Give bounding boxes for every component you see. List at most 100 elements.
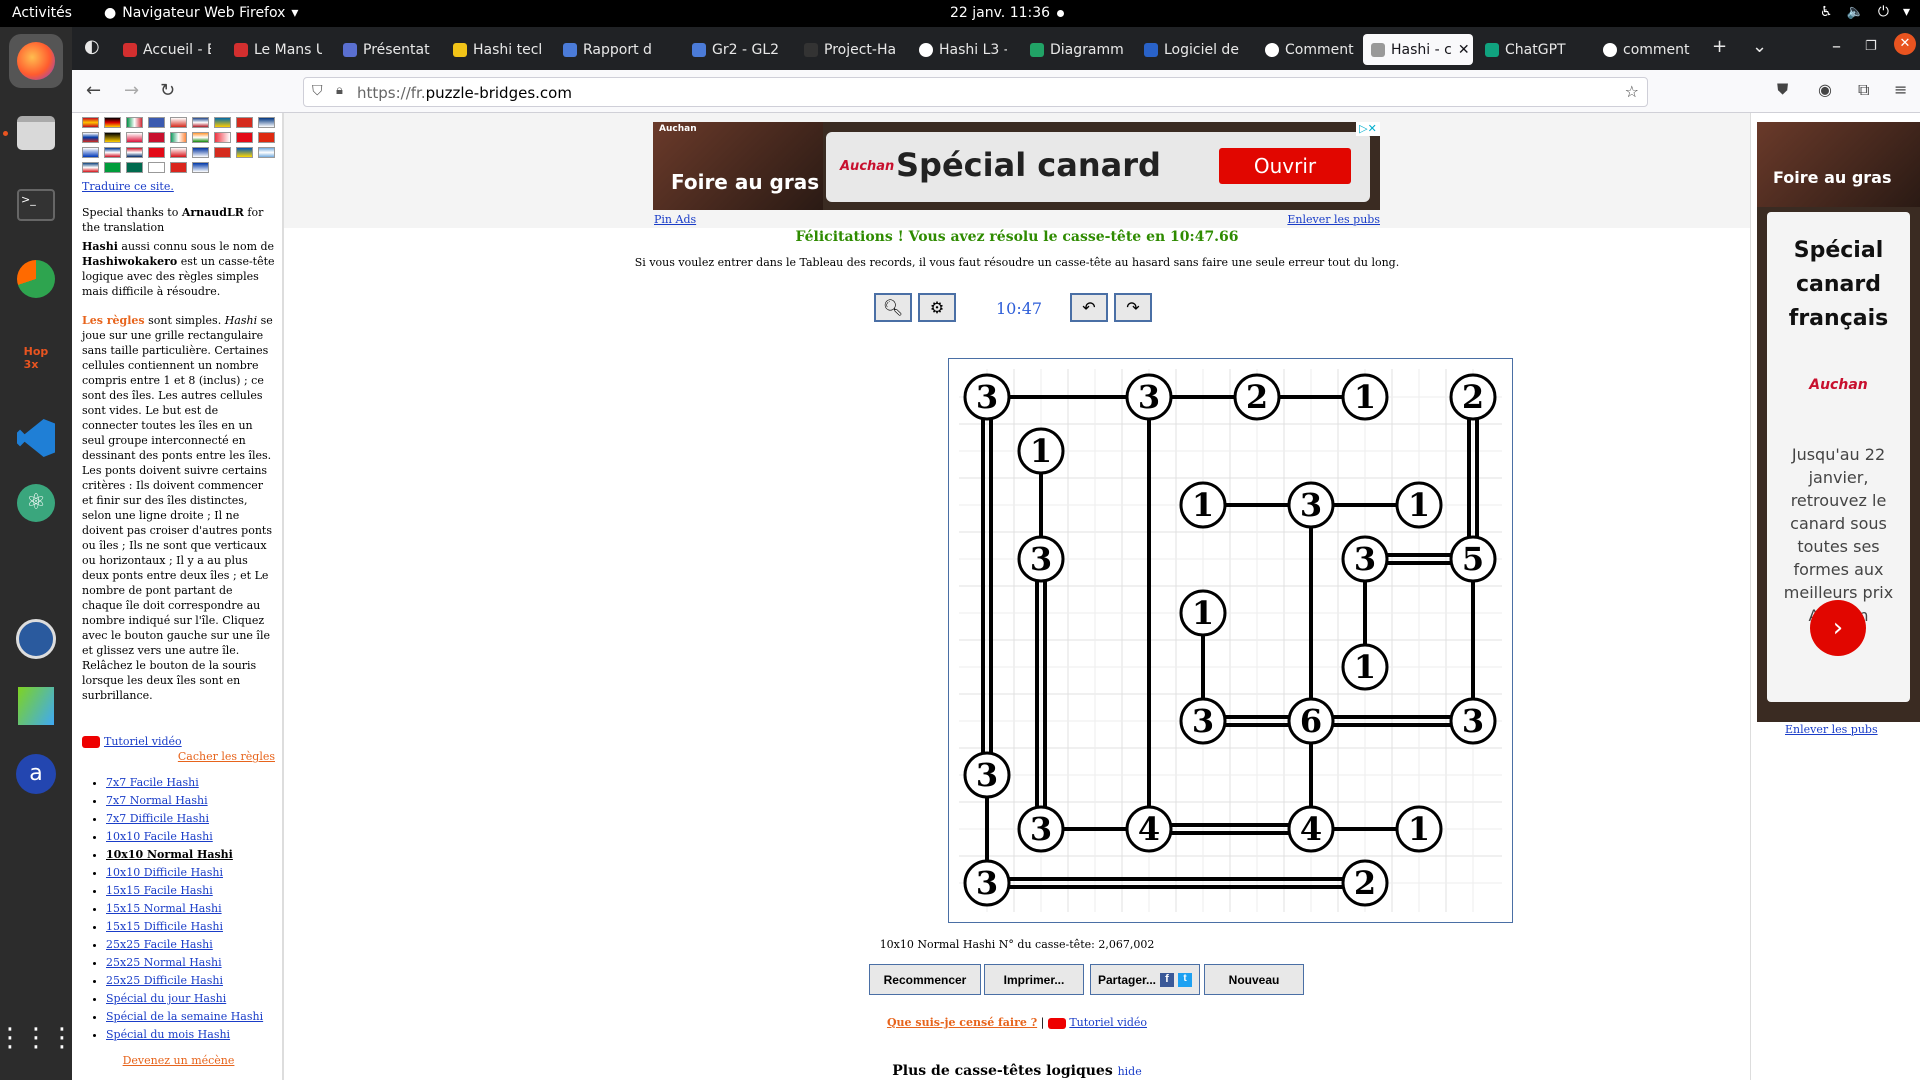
bookmark-star-icon[interactable]: ☆ — [1625, 82, 1639, 101]
power-icon[interactable]: ⏻ — [1878, 4, 1889, 20]
puzzle-link[interactable]: 7x7 Facile Hashi — [106, 774, 263, 792]
tab-le-mans[interactable]: Le Mans U — [226, 34, 322, 65]
puzzle-link[interactable]: 25x25 Normal Hashi — [106, 954, 263, 972]
puzzle-link[interactable]: 7x7 Normal Hashi — [106, 792, 263, 810]
remove-ads-link[interactable]: Enlever les pubs — [1785, 723, 1878, 736]
extensions-icon[interactable]: ⧉ — [1858, 80, 1869, 100]
right-ad[interactable]: Foire au gras Spécial canard français Au… — [1757, 122, 1920, 722]
tab-diagramme[interactable]: Diagramm — [1022, 34, 1132, 65]
puzzle-link[interactable]: 15x15 Difficile Hashi — [106, 918, 263, 936]
undo-button[interactable]: ↶ — [1070, 293, 1108, 322]
tab-logiciel[interactable]: Logiciel de — [1136, 34, 1246, 65]
tab-hashi-active[interactable]: Hashi - c ✕ — [1363, 34, 1473, 65]
board-svg[interactable]: 3 3 2 1 211 3 13 3 5113 6 333 4 4 13 2 — [949, 359, 1512, 922]
facebook-icon[interactable]: f — [1160, 972, 1175, 987]
zoom-button[interactable]: 🔍︎ — [874, 293, 912, 322]
volume-icon[interactable]: 🔈 — [1846, 4, 1863, 20]
cube-app-icon[interactable] — [9, 679, 63, 733]
hashi-board[interactable]: 332121131335113633344132 — [948, 358, 1513, 923]
app-grid-icon[interactable]: ⋮⋮⋮ — [0, 1011, 75, 1065]
language-flags[interactable] — [82, 117, 275, 173]
reload-icon[interactable]: ↻ — [160, 80, 175, 101]
puzzle-link-active[interactable]: 10x10 Normal Hashi — [106, 846, 263, 864]
new-tab-icon[interactable]: + — [1712, 36, 1727, 57]
puzzle-link[interactable]: 10x10 Facile Hashi — [106, 828, 263, 846]
thunderbird-icon[interactable] — [9, 612, 63, 666]
pin-ads-link[interactable]: Pin Ads — [654, 213, 696, 226]
print-button[interactable]: Imprimer... — [984, 964, 1084, 995]
app-icon[interactable] — [9, 252, 63, 306]
favicon — [1144, 42, 1158, 57]
pocket-icon[interactable]: ⛊ — [1777, 80, 1788, 98]
patron-link[interactable]: Devenez un mécène — [82, 1053, 275, 1068]
back-icon[interactable]: ← — [86, 80, 101, 101]
what-to-do-link[interactable]: Que suis-je censé faire ? — [887, 1016, 1037, 1029]
ad-go-button[interactable]: › — [1810, 600, 1866, 656]
github-icon — [804, 42, 818, 57]
tab-project[interactable]: Project-Ha — [796, 34, 906, 65]
account-icon[interactable]: ◉ — [1818, 80, 1832, 99]
ad-title: Spécial canard — [896, 146, 1161, 184]
puzzle-link[interactable]: 10x10 Difficile Hashi — [106, 864, 263, 882]
firefox-view-icon[interactable]: ◐ — [84, 36, 100, 57]
share-button[interactable]: Partager... f t — [1090, 964, 1200, 995]
clock[interactable]: 22 janv. 11:36 — [950, 5, 1050, 21]
puzzle-link[interactable]: 15x15 Normal Hashi — [106, 900, 263, 918]
hide-link[interactable]: hide — [1118, 1065, 1142, 1078]
app-menu[interactable]: ● Navigateur Web Firefox ▾ — [104, 5, 298, 21]
settings-button[interactable]: ⚙ — [918, 293, 956, 322]
remove-ads-link[interactable]: Enlever les pubs — [1284, 213, 1380, 226]
hop3x-icon[interactable]: Hop 3x — [9, 331, 63, 385]
puzzle-link[interactable]: Spécial du mois Hashi — [106, 1026, 263, 1044]
forward-icon[interactable]: → — [124, 80, 139, 101]
system-tray[interactable]: ♿ 🔈 ⏻ ▾ — [1820, 4, 1910, 20]
tab-presentation[interactable]: Présentat — [335, 34, 431, 65]
files-icon[interactable] — [9, 106, 63, 160]
tab-hashi-tech[interactable]: Hashi tech — [445, 34, 541, 65]
puzzle-link[interactable]: 25x25 Difficile Hashi — [106, 972, 263, 990]
lock-icon[interactable]: 🔒︎ — [336, 83, 343, 98]
atom-icon[interactable]: ⚛ — [9, 476, 63, 530]
redo-button[interactable]: ↷ — [1114, 293, 1152, 322]
translate-link[interactable]: Traduire ce site. — [82, 179, 275, 194]
ad-choices-icon[interactable]: ▷✕ — [1356, 122, 1380, 136]
new-puzzle-button[interactable]: Nouveau — [1204, 964, 1304, 995]
tab-gr2[interactable]: Gr2 - GL2 — [684, 34, 780, 65]
puzzle-link[interactable]: Spécial du jour Hashi — [106, 990, 263, 1008]
translate-app-icon[interactable]: a — [9, 747, 63, 801]
ad-brand: Auchan — [840, 159, 895, 174]
close-window-icon[interactable]: ✕ — [1894, 33, 1916, 55]
twitter-icon[interactable]: t — [1178, 972, 1193, 987]
puzzle-link[interactable]: 7x7 Difficile Hashi — [106, 810, 263, 828]
firefox-icon[interactable] — [9, 34, 63, 88]
tab-accueil[interactable]: Accueil - E — [115, 34, 211, 65]
tab-comment-2[interactable]: comment — [1595, 34, 1710, 65]
hide-rules-link[interactable]: Cacher les règles — [82, 749, 275, 764]
accessibility-icon[interactable]: ♿ — [1820, 4, 1833, 20]
video-tutorial-link[interactable]: Tutoriel vidéo — [82, 734, 275, 749]
shield-icon[interactable]: ⛉ — [312, 83, 323, 99]
restart-button[interactable]: Recommencer — [869, 964, 981, 995]
puzzle-link[interactable]: 15x15 Facile Hashi — [106, 882, 263, 900]
minimize-icon[interactable]: – — [1832, 36, 1841, 57]
tutorial-link[interactable]: Tutoriel vidéo — [1069, 1016, 1147, 1029]
favicon — [563, 42, 577, 57]
tab-chatgpt[interactable]: ChatGPT — [1477, 34, 1587, 65]
puzzle-link[interactable]: 25x25 Facile Hashi — [106, 936, 263, 954]
activities-button[interactable]: Activités — [12, 5, 72, 21]
close-icon[interactable]: ✕ — [1458, 42, 1470, 58]
terminal-icon[interactable]: >_ — [9, 178, 63, 232]
island-value: 4 — [1138, 810, 1160, 848]
menu-icon[interactable]: ≡ — [1894, 80, 1907, 99]
puzzle-link[interactable]: Spécial de la semaine Hashi — [106, 1008, 263, 1026]
url-bar[interactable]: ⛉ 🔒︎ https://fr.puzzle-bridges.com ☆ — [303, 77, 1648, 107]
ad-open-button[interactable]: Ouvrir — [1219, 148, 1351, 184]
top-ad-banner[interactable]: Auchan Foire au gras Auchan Spécial canar… — [653, 122, 1380, 210]
list-tabs-icon[interactable]: ⌄ — [1752, 36, 1767, 57]
ad-panel: Spécial canard français Auchan Jusqu'au … — [1767, 212, 1910, 702]
tab-comment[interactable]: Comment — [1257, 34, 1357, 65]
maximize-icon[interactable]: ❐ — [1865, 39, 1877, 54]
vscode-icon[interactable] — [9, 411, 63, 465]
tab-rapport[interactable]: Rapport d — [555, 34, 651, 65]
tab-hashi-l3[interactable]: Hashi L3 - — [911, 34, 1007, 65]
